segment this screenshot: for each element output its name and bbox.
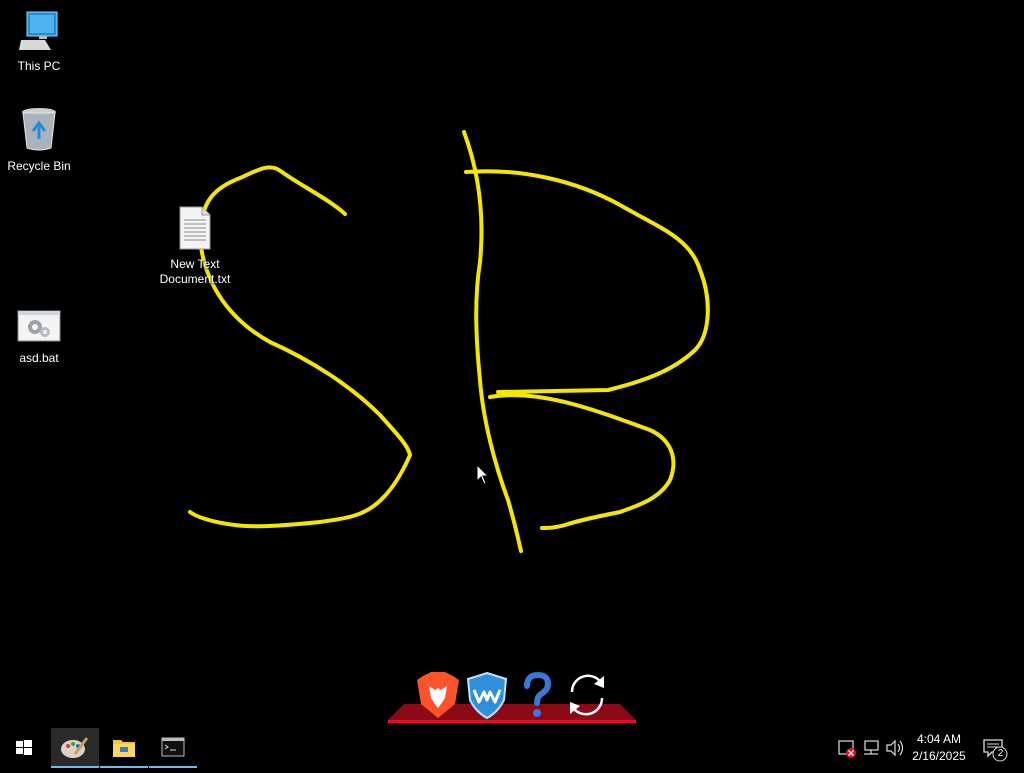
desktop-icon-recycle-bin[interactable]: Recycle Bin — [1, 106, 77, 174]
start-windows-icon — [16, 740, 32, 755]
security-alert-icon — [838, 740, 856, 758]
file-explorer-icon — [113, 740, 135, 757]
desktop-icon-label: Recycle Bin — [7, 159, 71, 173]
dock-item-refresh[interactable] — [564, 670, 610, 720]
clock-time: 4:04 AM — [916, 732, 962, 746]
refresh-icon — [570, 674, 604, 716]
clock-date: 2/16/2025 — [912, 749, 966, 763]
this-pc-icon — [19, 11, 58, 50]
app-dock — [386, 664, 638, 726]
desktop-icon-this-pc[interactable]: This PC — [1, 10, 77, 74]
question-mark-icon — [524, 671, 552, 717]
start-button[interactable] — [0, 728, 48, 768]
taskbar-item-file-explorer[interactable] — [100, 728, 148, 768]
desktop-icon-new-text-document[interactable]: New Text Document.txt — [157, 206, 233, 287]
text-file-icon — [179, 206, 211, 250]
brave-lion-icon — [417, 672, 459, 718]
taskbar: 4:04 AM 2/16/2025 2 — [0, 728, 1024, 768]
letter-b-upper-bowl-stroke — [464, 169, 710, 394]
tray-security[interactable] — [836, 728, 858, 768]
paint-app-icon — [61, 737, 89, 758]
taskbar-item-command-prompt[interactable] — [149, 728, 197, 768]
dock-item-brave[interactable] — [415, 670, 461, 720]
desktop: This PC Recycle Bin New Text Document.tx… — [0, 0, 1024, 728]
volume-icon — [886, 739, 904, 757]
desktop-icon-label: New Text Document.txt — [159, 257, 231, 286]
desktop-icon-asd-bat[interactable]: asd.bat — [1, 308, 77, 366]
tray-network[interactable] — [860, 728, 882, 768]
recycle-bin-icon — [22, 108, 56, 151]
batch-file-icon — [17, 310, 61, 342]
network-icon — [864, 740, 879, 755]
freehand-drawing — [188, 130, 710, 553]
desktop-icon-label: This PC — [17, 59, 61, 73]
taskbar-clock[interactable]: 4:04 AM 2/16/2025 — [904, 731, 974, 765]
dock-item-wise-care[interactable] — [464, 670, 510, 720]
dock-item-help[interactable] — [514, 670, 560, 720]
tray-volume[interactable] — [884, 728, 906, 768]
action-center-button[interactable]: 2 — [980, 728, 1014, 768]
letter-b-lower-bowl-stroke — [488, 393, 676, 530]
command-prompt-icon — [161, 737, 185, 757]
letter-b-spine-stroke — [462, 130, 523, 553]
desktop-icon-label: asd.bat — [19, 351, 59, 365]
notification-count: 2 — [997, 748, 1004, 759]
mouse-cursor-icon — [476, 464, 490, 485]
shield-wave-icon — [466, 671, 508, 720]
taskbar-item-paint[interactable] — [51, 728, 99, 768]
